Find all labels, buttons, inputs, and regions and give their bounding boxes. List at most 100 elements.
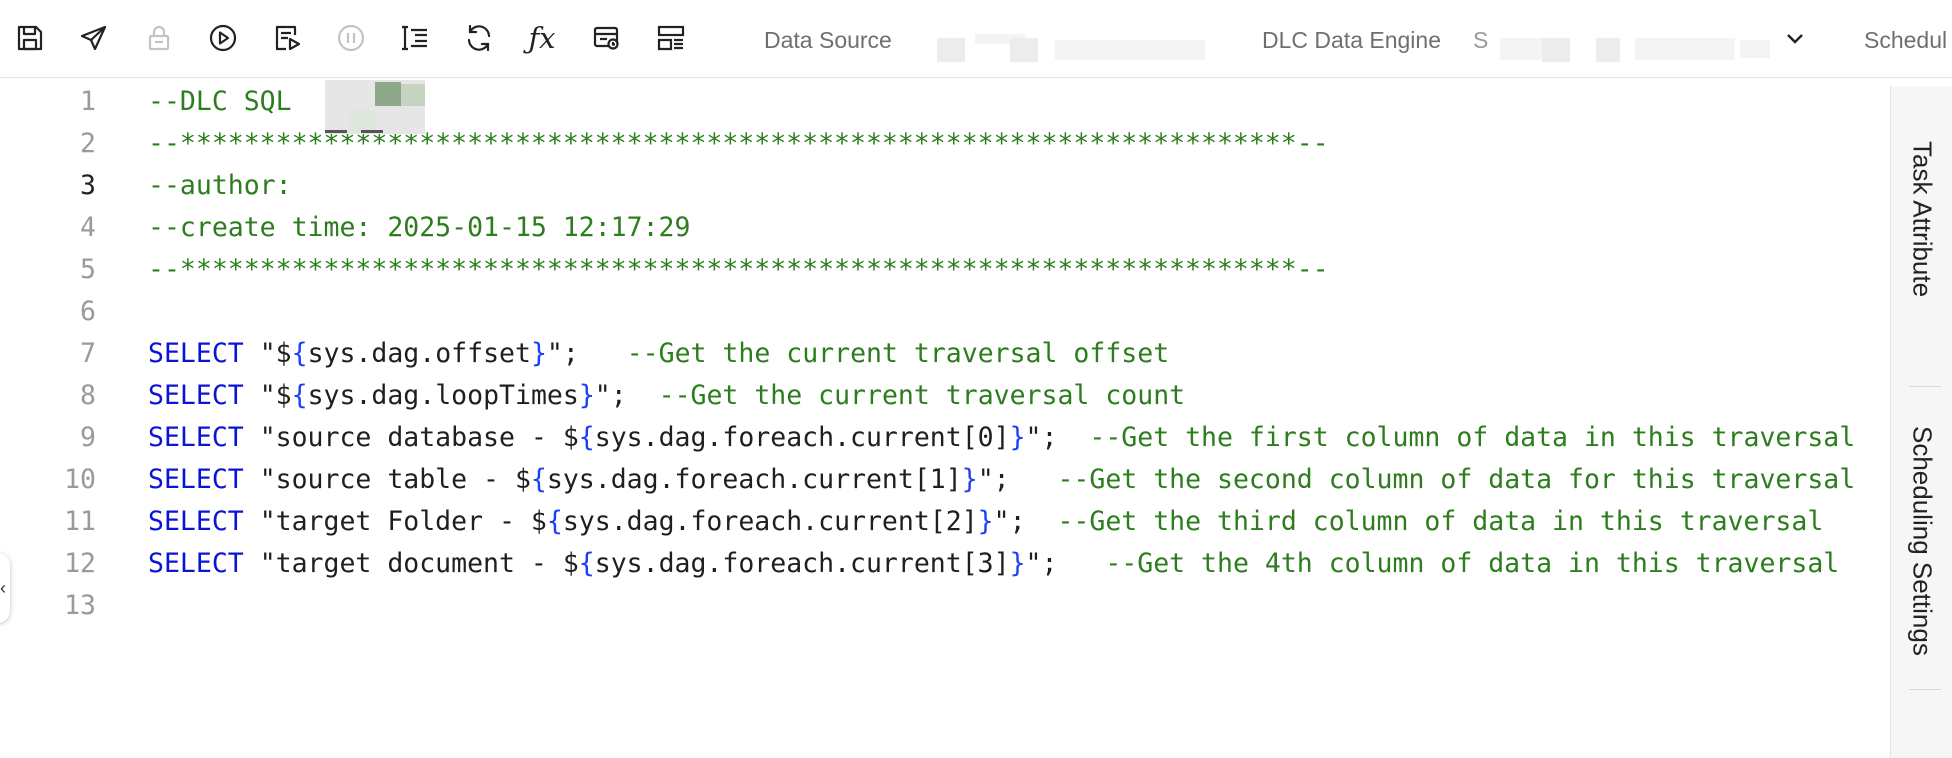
code-token: "$: [243, 380, 292, 411]
function-glyph: ƒx: [528, 20, 556, 55]
code-token: ";: [546, 338, 627, 369]
template-brace: {: [291, 380, 308, 411]
test-icon[interactable]: [589, 20, 625, 56]
code-editor[interactable]: 1 --DLC SQL 2 --***************************…: [0, 79, 1890, 758]
template-brace: }: [578, 380, 595, 411]
editor-toolbar: ƒx Data Source DLC Data Engine S Schedul: [0, 0, 1952, 78]
sql-comment: --Get the current traversal offset: [626, 338, 1170, 369]
save-icon[interactable]: [12, 20, 48, 56]
code-line[interactable]: 12 SELECT "target document - ${sys.dag.fo…: [0, 543, 1890, 585]
code-line[interactable]: 2 --*************************************…: [0, 123, 1890, 165]
sql-keyword: SELECT: [148, 464, 244, 495]
template-brace: }: [530, 338, 547, 369]
line-number: 12: [64, 548, 96, 579]
sql-comment: --Get the 4th column of data in this tra…: [1105, 548, 1840, 579]
tab-task-attribute[interactable]: Task Attribute: [1891, 114, 1952, 324]
dlc-engine-select[interactable]: S: [1470, 26, 1815, 66]
sql-comment: --Get the third column of data in this t…: [1057, 506, 1824, 537]
lock-icon[interactable]: [141, 20, 177, 56]
data-source-label: Data Source: [764, 27, 892, 53]
line-number: 2: [80, 128, 96, 159]
code-line[interactable]: 1 --DLC SQL: [0, 81, 1890, 123]
sql-keyword: SELECT: [148, 338, 244, 369]
chevron-down-icon[interactable]: [1782, 26, 1808, 52]
author-name-redacted: [325, 80, 425, 134]
line-number: 8: [80, 380, 96, 411]
line-number: 5: [80, 254, 96, 285]
code-text: SELECT "source database - ${sys.dag.fore…: [148, 417, 1855, 459]
code-line[interactable]: 10 SELECT "source table - ${sys.dag.forea…: [0, 459, 1890, 501]
code-line[interactable]: 11 SELECT "target Folder - ${sys.dag.fore…: [0, 501, 1890, 543]
code-token: "target Folder - $: [243, 506, 547, 537]
code-text: SELECT "${sys.dag.offset}"; --Get the cu…: [148, 333, 1169, 375]
line-number: 6: [80, 296, 96, 327]
code-token: ";: [993, 506, 1058, 537]
layout-icon[interactable]: [653, 20, 689, 56]
tab-scheduling-settings[interactable]: Scheduling Settings: [1891, 406, 1952, 676]
data-source-select[interactable]: [905, 28, 1235, 64]
code-token: ";: [977, 464, 1058, 495]
code-token: "source database - $: [243, 422, 579, 453]
sql-keyword: SELECT: [148, 422, 244, 453]
template-brace: }: [977, 506, 994, 537]
format-icon[interactable]: [397, 20, 433, 56]
line-number: 9: [80, 422, 96, 453]
template-brace: {: [291, 338, 308, 369]
chevron-left-icon: ‹: [0, 577, 6, 598]
engine-value-prefix: S: [1473, 27, 1489, 53]
code-token: sys.dag.foreach.current[0]: [594, 422, 1010, 453]
rail-divider: [1909, 689, 1941, 690]
line-number: 3: [80, 170, 96, 201]
template-brace: {: [546, 506, 563, 537]
line-number: 11: [64, 506, 96, 537]
template-brace: }: [961, 464, 978, 495]
run-config-icon[interactable]: [269, 20, 305, 56]
sql-comment: --Get the current traversal count: [658, 380, 1186, 411]
code-text: SELECT "target document - ${sys.dag.fore…: [148, 543, 1839, 585]
code-text: SELECT "source table - ${sys.dag.foreach…: [148, 459, 1855, 501]
refresh-icon[interactable]: [461, 20, 497, 56]
code-text: --create time: 2025-01-15 12:17:29: [148, 207, 690, 249]
sql-keyword: SELECT: [148, 548, 244, 579]
template-brace: {: [578, 548, 595, 579]
line-number: 10: [64, 464, 96, 495]
side-panel-rail: Task Attribute Scheduling Settings: [1890, 86, 1952, 758]
line-number: 4: [80, 212, 96, 243]
line-number: 13: [64, 590, 96, 621]
code-token: ";: [1025, 422, 1090, 453]
pause-icon[interactable]: [333, 20, 369, 56]
sql-comment: --Get the second column of data for this…: [1057, 464, 1856, 495]
code-line[interactable]: 3 --author:: [0, 165, 1890, 207]
scheduling-label[interactable]: Schedul: [1864, 27, 1947, 54]
run-icon[interactable]: [205, 20, 241, 56]
sql-keyword: SELECT: [148, 506, 244, 537]
code-line[interactable]: 4 --create time: 2025-01-15 12:17:29: [0, 207, 1890, 249]
line-number: 7: [80, 338, 96, 369]
code-text: --**************************************…: [148, 249, 1329, 291]
code-token: sys.dag.offset: [307, 338, 531, 369]
code-text: SELECT "target Folder - ${sys.dag.foreac…: [148, 501, 1823, 543]
sql-comment: --author:: [148, 170, 308, 201]
line-number: 1: [80, 86, 96, 117]
code-token: "source table - $: [243, 464, 531, 495]
sql-comment: --**************************************…: [148, 254, 1329, 285]
dlc-engine-label: DLC Data Engine: [1262, 27, 1441, 53]
rail-divider: [1909, 386, 1941, 387]
code-token: ";: [594, 380, 659, 411]
code-line[interactable]: 7 SELECT "${sys.dag.offset}"; --Get the c…: [0, 333, 1890, 375]
code-token: sys.dag.foreach.current[3]: [594, 548, 1010, 579]
code-text: SELECT "${sys.dag.loopTimes}"; --Get the…: [148, 375, 1185, 417]
template-brace: {: [578, 422, 595, 453]
code-token: sys.dag.foreach.current[1]: [546, 464, 962, 495]
code-line[interactable]: 9 SELECT "source database - ${sys.dag.for…: [0, 417, 1890, 459]
template-brace: }: [1009, 548, 1026, 579]
function-icon[interactable]: ƒx: [524, 20, 560, 56]
code-line[interactable]: 8 SELECT "${sys.dag.loopTimes}"; --Get th…: [0, 375, 1890, 417]
collapse-sidebar-handle[interactable]: ‹: [0, 553, 10, 623]
code-line[interactable]: 6: [0, 291, 1890, 333]
code-token: ";: [1025, 548, 1106, 579]
code-line[interactable]: 13: [0, 585, 1890, 627]
send-icon[interactable]: [76, 20, 112, 56]
code-line[interactable]: 5 --*************************************…: [0, 249, 1890, 291]
sql-comment: --create time: 2025-01-15 12:17:29: [148, 212, 691, 243]
